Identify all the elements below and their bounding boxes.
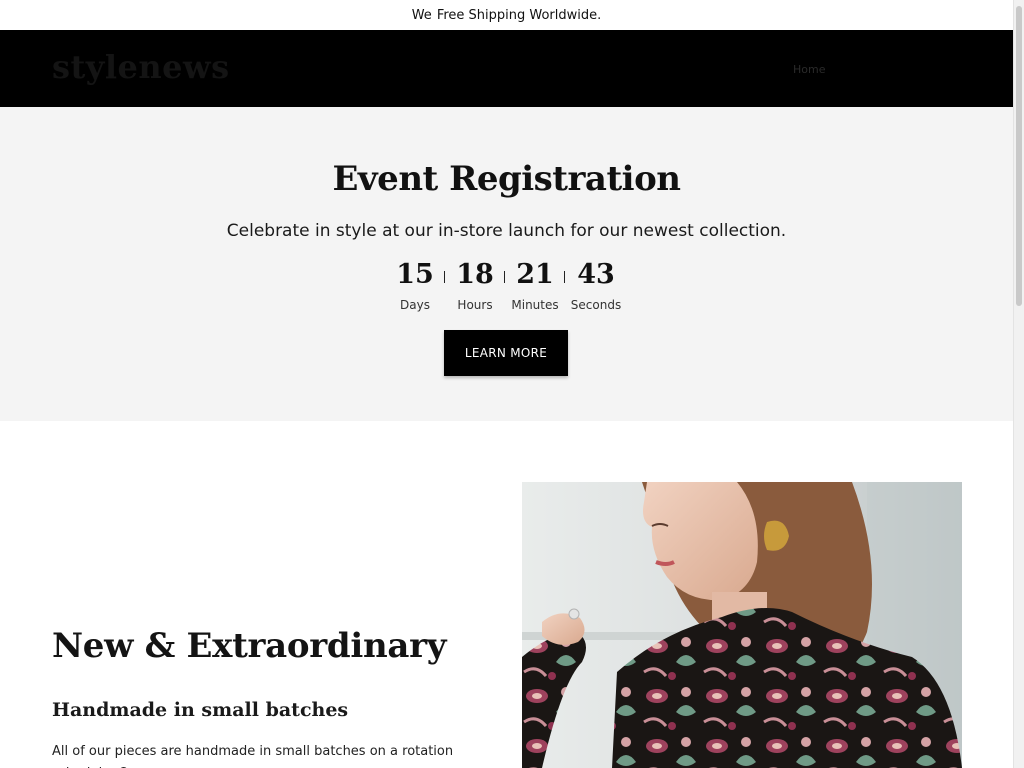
countdown-hours: 18 Hours (445, 257, 505, 312)
feature-subtitle: Handmade in small batches (52, 699, 349, 721)
countdown-seconds-value: 43 (577, 259, 615, 290)
countdown-minutes-value: 21 (516, 259, 554, 290)
announcement-bar: We Free Shipping Worldwide. (0, 0, 1013, 30)
countdown-seconds: 43 Seconds (566, 257, 626, 312)
countdown-minutes-label: Minutes (511, 298, 559, 312)
countdown-hours-value: 18 (456, 259, 494, 290)
learn-more-button[interactable]: LEARN MORE (444, 330, 568, 376)
feature-body: All of our pieces are handmade in small … (52, 744, 454, 768)
feature-photo (522, 482, 962, 768)
page: We Free Shipping Worldwide. stylenews Ho… (0, 0, 1013, 768)
feature-section: New & Extraordinary Handmade in small ba… (0, 421, 1013, 768)
countdown-timer: 15 Days 18 Hours 21 Minutes 43 Seconds (384, 257, 628, 317)
site-header: stylenews Home (0, 30, 1013, 107)
countdown-separator (564, 271, 565, 283)
countdown-days: 15 Days (385, 257, 445, 312)
countdown-days-label: Days (400, 298, 430, 312)
countdown-hours-label: Hours (457, 298, 493, 312)
hero-title: Event Registration (332, 159, 681, 199)
feature-title: New & Extraordinary (52, 626, 447, 666)
nav-link-home[interactable]: Home (793, 63, 825, 76)
site-logo[interactable]: stylenews (52, 48, 230, 86)
announcement-prefix: We (411, 7, 432, 23)
countdown-seconds-label: Seconds (570, 298, 622, 312)
event-hero: Event Registration Celebrate in style at… (0, 107, 1013, 421)
hand (542, 613, 585, 645)
hero-subtitle: Celebrate in style at our in-store launc… (226, 221, 787, 241)
model-image (522, 482, 962, 768)
scrollbar-thumb[interactable] (1016, 6, 1022, 306)
countdown-days-value: 15 (396, 259, 434, 290)
scrollbar[interactable] (1013, 0, 1024, 768)
announcement-text: Free Shipping Worldwide. (436, 7, 602, 23)
countdown-minutes: 21 Minutes (505, 257, 565, 312)
